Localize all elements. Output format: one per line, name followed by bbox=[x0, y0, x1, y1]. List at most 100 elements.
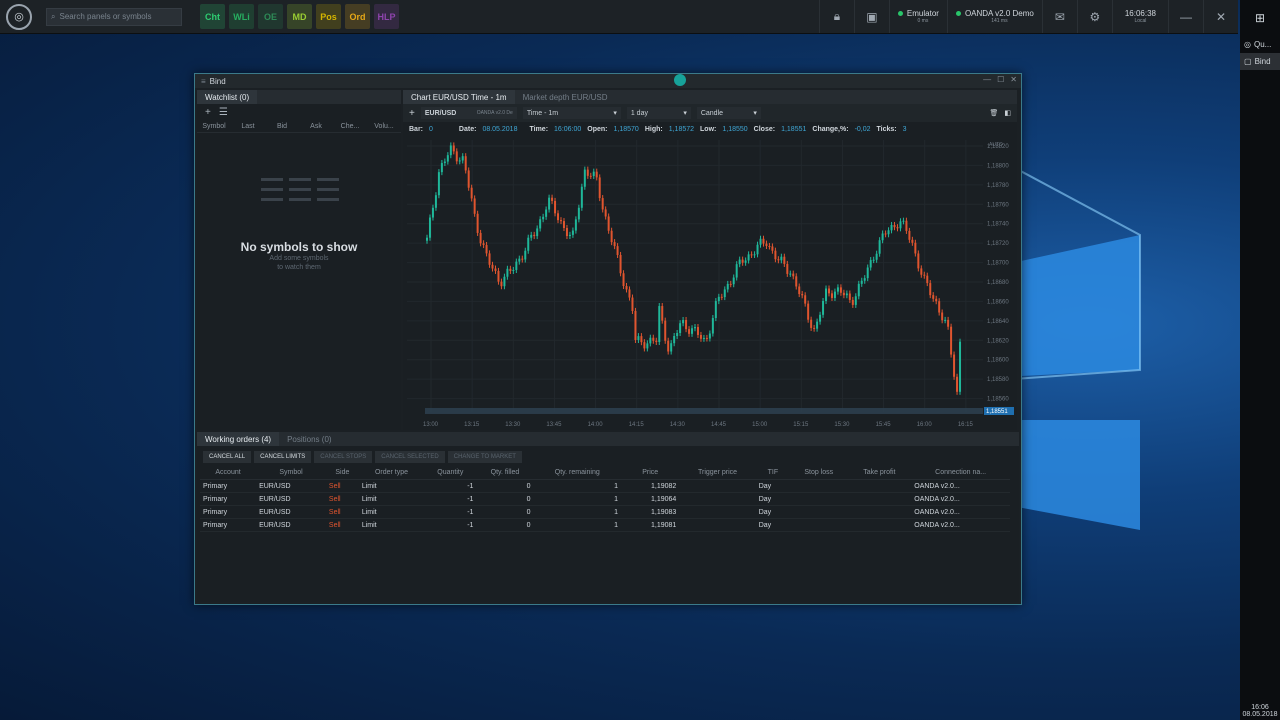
candle-body bbox=[890, 224, 893, 231]
table-cell bbox=[790, 505, 848, 519]
close-icon[interactable]: ✕ bbox=[1203, 0, 1238, 33]
tab-watchlist[interactable]: Watchlist (0) bbox=[197, 90, 258, 104]
tab-working-orders[interactable]: Working orders (4) bbox=[197, 432, 280, 446]
minimize-icon[interactable]: — bbox=[983, 75, 991, 84]
x-tick-label: 14:15 bbox=[629, 422, 645, 428]
table-cell bbox=[679, 505, 756, 519]
candle-body bbox=[610, 230, 613, 243]
list-icon[interactable]: ☰ bbox=[219, 107, 228, 118]
column-header[interactable]: Last bbox=[231, 123, 265, 130]
quick-button-oe[interactable]: OE bbox=[258, 4, 283, 29]
candle-body bbox=[479, 232, 482, 244]
candle-body bbox=[557, 213, 560, 221]
bar-value: 0 bbox=[429, 125, 433, 133]
table-cell: Sell bbox=[325, 492, 359, 506]
connection-oanda[interactable]: OANDA v2.0 Demo 141 ms bbox=[946, 0, 1042, 33]
close-icon[interactable]: ✕ bbox=[1010, 75, 1017, 84]
quick-button-cht[interactable]: Cht bbox=[200, 4, 225, 29]
tab-positions[interactable]: Positions (0) bbox=[279, 432, 339, 446]
cancel-limits-button[interactable]: CANCEL LIMITS bbox=[254, 451, 312, 463]
column-header[interactable]: Symbol bbox=[197, 123, 231, 130]
column-header[interactable]: Qty. remaining bbox=[533, 465, 622, 480]
column-header[interactable]: Trigger price bbox=[679, 465, 756, 480]
table-cell: Limit bbox=[358, 492, 425, 506]
symbol-selector[interactable]: EUR/USD OANDA v2.0 De bbox=[420, 107, 517, 119]
windows-start-icon[interactable]: ⊞ bbox=[1240, 0, 1280, 36]
chart-style-select[interactable]: Candle ▾ bbox=[696, 107, 761, 119]
column-header[interactable]: Stop loss bbox=[790, 465, 848, 480]
table-row[interactable]: Primary EUR/USD Sell Limit -1 0 1 1,19082 Day OAN… bbox=[200, 479, 1010, 493]
column-header[interactable]: Price bbox=[621, 465, 680, 480]
quick-button-pos[interactable]: Pos bbox=[316, 4, 341, 29]
tab-chart[interactable]: Chart EUR/USD Time - 1m bbox=[403, 90, 515, 104]
column-header[interactable]: Qty. filled bbox=[476, 465, 534, 480]
column-header[interactable]: Bid bbox=[265, 123, 299, 130]
x-tick-label: 13:00 bbox=[423, 422, 439, 428]
x-tick-label: 15:15 bbox=[793, 422, 809, 428]
cancel-all-button[interactable]: CANCEL ALL bbox=[203, 451, 252, 463]
messages-icon[interactable]: ✉︎ bbox=[1041, 0, 1077, 33]
app-logo-icon[interactable]: ◎ bbox=[6, 3, 32, 30]
tab-market-depth[interactable]: Market depth EUR/USD bbox=[515, 90, 616, 104]
maximize-icon[interactable]: ☐ bbox=[997, 75, 1004, 84]
layout-icon[interactable]: ▣ bbox=[853, 0, 889, 33]
table-row[interactable]: Primary EUR/USD Sell Limit -1 0 1 1,19081 Day OAN… bbox=[200, 518, 1010, 532]
tab-label: Positions (0) bbox=[287, 434, 332, 444]
period-select[interactable]: 1 day ▾ bbox=[626, 107, 691, 119]
price-chart[interactable]: 1,188201,188001,187801,187601,187401,187… bbox=[403, 138, 1017, 430]
orders-table: Account Symbol Side Order type Quantity Qty. … bbox=[200, 465, 1010, 532]
empty-line-1: Add some symbols bbox=[269, 255, 329, 262]
bind-window: ≡ Bind — ☐ ✕ Watchlist (0) + ☰ Symbol Last Bi… bbox=[194, 73, 1022, 605]
window-titlebar[interactable]: ≡ Bind — ☐ ✕ bbox=[195, 74, 1021, 88]
high-value: 1,18572 bbox=[668, 125, 695, 133]
cursor-highlight bbox=[674, 74, 686, 86]
connection-name: OANDA v2.0 Demo bbox=[964, 9, 1034, 18]
column-header[interactable]: Side bbox=[325, 465, 359, 480]
lock-icon[interactable]: 🔒︎ bbox=[818, 0, 854, 33]
table-cell: 1 bbox=[533, 518, 622, 532]
search-input[interactable]: ⌕ Search panels or symbols bbox=[46, 7, 182, 26]
candle-body bbox=[732, 277, 735, 285]
column-header[interactable]: Che... bbox=[333, 123, 367, 130]
window-icon: ▢ bbox=[1244, 57, 1252, 66]
candle-body bbox=[929, 283, 932, 296]
column-header[interactable]: Volu... bbox=[367, 123, 401, 130]
quick-button-md[interactable]: MD bbox=[287, 4, 312, 29]
column-header[interactable]: Connection na... bbox=[911, 465, 1010, 480]
candle-body bbox=[798, 286, 801, 295]
candle-body bbox=[750, 254, 753, 256]
panel-toggle-icon[interactable]: ◧ bbox=[1004, 109, 1011, 117]
add-icon[interactable]: + bbox=[409, 108, 415, 119]
quick-button-ord[interactable]: Ord bbox=[345, 4, 370, 29]
trash-icon[interactable]: 🗑︎ bbox=[989, 109, 998, 117]
chevron-down-icon: ▾ bbox=[613, 110, 617, 117]
column-header[interactable]: Account bbox=[200, 465, 257, 480]
connection-emulator[interactable]: Emulator 0 ms bbox=[888, 0, 947, 33]
column-header[interactable]: Order type bbox=[358, 465, 425, 480]
menu-icon[interactable]: ≡ bbox=[201, 77, 206, 86]
y-tick-label: 1,18600 bbox=[987, 358, 1009, 364]
table-cell: Day bbox=[755, 479, 791, 493]
column-header[interactable]: Take profit bbox=[847, 465, 912, 480]
gear-icon[interactable]: ⚙︎ bbox=[1076, 0, 1112, 33]
candle-body bbox=[744, 260, 747, 263]
connection-latency: 141 ms bbox=[991, 18, 1008, 24]
table-row[interactable]: Primary EUR/USD Sell Limit -1 0 1 1,19064 Day OAN… bbox=[200, 492, 1010, 506]
table-row[interactable]: Primary EUR/USD Sell Limit -1 0 1 1,19083 Day OAN… bbox=[200, 505, 1010, 519]
column-header[interactable]: Quantity bbox=[424, 465, 477, 480]
minimize-icon[interactable]: — bbox=[1168, 0, 1203, 33]
column-header[interactable]: Symbol bbox=[256, 465, 326, 480]
timeframe-select[interactable]: Time - 1m ▾ bbox=[522, 107, 621, 119]
candle-body bbox=[497, 270, 500, 282]
add-icon[interactable]: + bbox=[205, 107, 211, 118]
taskbar-item-qu[interactable]: ◎ Qu... bbox=[1240, 36, 1280, 53]
candle-body bbox=[560, 220, 562, 222]
connection-name: Emulator bbox=[906, 9, 939, 18]
column-header[interactable]: TIF bbox=[755, 465, 791, 480]
table-cell bbox=[790, 518, 848, 532]
quick-button-hlp[interactable]: HLP bbox=[374, 4, 399, 29]
quick-button-wli[interactable]: WLi bbox=[229, 4, 254, 29]
candle-body bbox=[768, 245, 771, 247]
taskbar-item-bind[interactable]: ▢ Bind bbox=[1240, 53, 1280, 70]
column-header[interactable]: Ask bbox=[299, 123, 333, 130]
